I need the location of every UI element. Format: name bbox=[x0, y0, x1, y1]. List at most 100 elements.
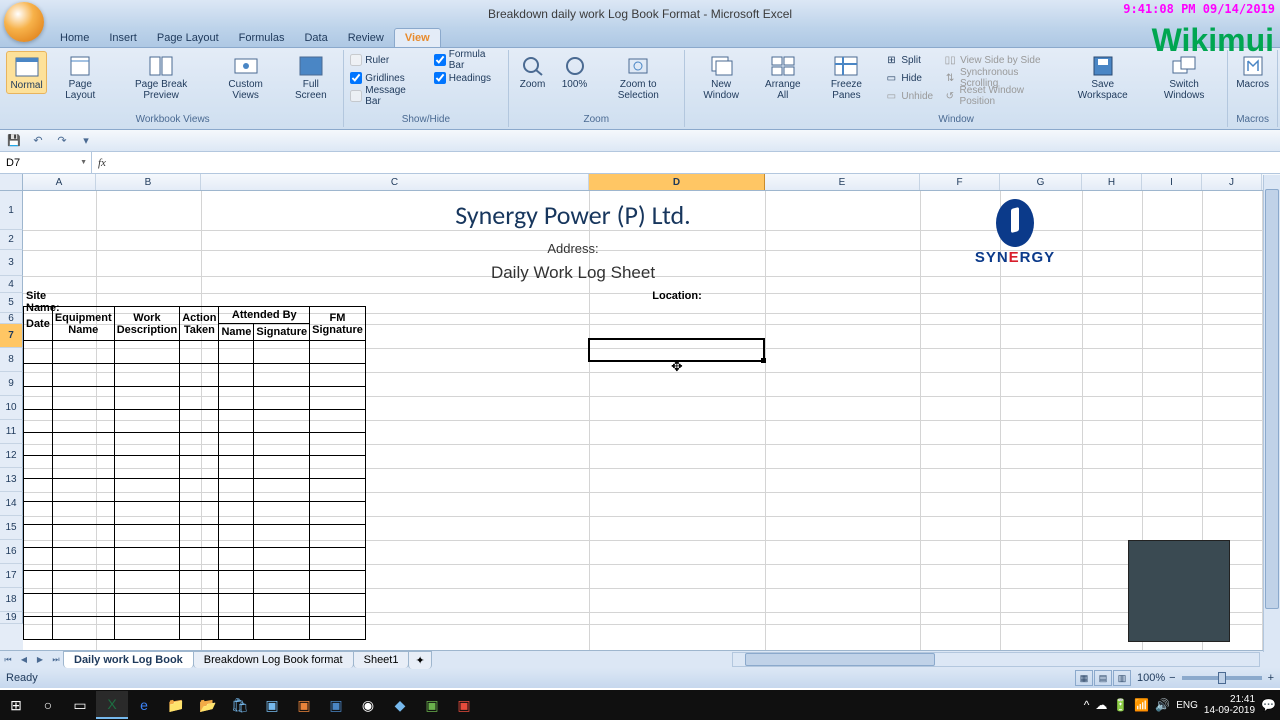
wifi-icon[interactable]: 📶 bbox=[1134, 698, 1149, 712]
tab-formulas[interactable]: Formulas bbox=[229, 29, 295, 47]
undo-icon[interactable]: ↶ bbox=[28, 132, 48, 150]
table-cell[interactable] bbox=[52, 479, 114, 502]
table-cell[interactable] bbox=[219, 617, 254, 640]
edge-icon[interactable]: e bbox=[128, 691, 160, 719]
split-button[interactable]: ⊞Split bbox=[882, 51, 935, 69]
table-cell[interactable] bbox=[254, 341, 310, 364]
notifications-icon[interactable]: 💬 bbox=[1261, 698, 1276, 712]
table-cell[interactable] bbox=[114, 525, 180, 548]
table-cell[interactable] bbox=[254, 571, 310, 594]
table-cell[interactable] bbox=[114, 548, 180, 571]
row-header-9[interactable]: 9 bbox=[0, 372, 23, 396]
table-cell[interactable] bbox=[52, 364, 114, 387]
table-cell[interactable] bbox=[310, 525, 366, 548]
table-cell[interactable] bbox=[219, 341, 254, 364]
zoom-slider-knob[interactable] bbox=[1218, 672, 1226, 684]
normal-view-button[interactable]: Normal bbox=[6, 51, 47, 94]
row-header-4[interactable]: 4 bbox=[0, 276, 23, 293]
view-page-break-icon[interactable]: ▥ bbox=[1113, 670, 1131, 686]
table-cell[interactable] bbox=[24, 571, 53, 594]
table-cell[interactable] bbox=[180, 364, 219, 387]
table-cell[interactable] bbox=[254, 525, 310, 548]
table-cell[interactable] bbox=[52, 410, 114, 433]
sheet-nav-next-icon[interactable]: ▶ bbox=[32, 652, 48, 668]
headings-checkbox[interactable]: Headings bbox=[432, 69, 504, 87]
task-view-icon[interactable]: ▭ bbox=[64, 691, 96, 719]
column-header-F[interactable]: F bbox=[920, 174, 1000, 190]
select-all-button[interactable] bbox=[0, 174, 23, 190]
cortana-icon[interactable]: ○ bbox=[32, 691, 64, 719]
table-cell[interactable] bbox=[310, 364, 366, 387]
table-cell[interactable] bbox=[219, 410, 254, 433]
table-cell[interactable] bbox=[254, 410, 310, 433]
column-header-G[interactable]: G bbox=[1000, 174, 1082, 190]
app-icon-4[interactable]: ▣ bbox=[416, 691, 448, 719]
redo-icon[interactable]: ↷ bbox=[52, 132, 72, 150]
table-cell[interactable] bbox=[52, 456, 114, 479]
column-header-B[interactable]: B bbox=[96, 174, 201, 190]
table-cell[interactable] bbox=[180, 617, 219, 640]
row-header-16[interactable]: 16 bbox=[0, 540, 23, 564]
table-cell[interactable] bbox=[52, 594, 114, 617]
row-header-7[interactable]: 7 bbox=[0, 324, 23, 348]
table-cell[interactable] bbox=[254, 502, 310, 525]
worksheet-grid[interactable]: Synergy Power (P) Ltd. Address: Daily Wo… bbox=[23, 191, 1280, 650]
tab-insert[interactable]: Insert bbox=[99, 29, 147, 47]
qat-customize-icon[interactable]: ▾ bbox=[76, 132, 96, 150]
sheet-nav-first-icon[interactable]: ⏮ bbox=[0, 652, 16, 668]
table-cell[interactable] bbox=[310, 548, 366, 571]
sheet-tab-daily-work[interactable]: Daily work Log Book bbox=[63, 651, 194, 668]
table-cell[interactable] bbox=[180, 456, 219, 479]
tab-home[interactable]: Home bbox=[50, 29, 99, 47]
row-header-14[interactable]: 14 bbox=[0, 492, 23, 516]
table-cell[interactable] bbox=[52, 387, 114, 410]
table-cell[interactable] bbox=[219, 387, 254, 410]
table-cell[interactable] bbox=[180, 525, 219, 548]
table-cell[interactable] bbox=[219, 548, 254, 571]
row-header-5[interactable]: 5 bbox=[0, 293, 23, 313]
chrome-icon[interactable]: ◉ bbox=[352, 691, 384, 719]
table-cell[interactable] bbox=[24, 502, 53, 525]
formula-bar-checkbox[interactable]: Formula Bar bbox=[432, 51, 504, 69]
table-cell[interactable] bbox=[254, 617, 310, 640]
table-cell[interactable] bbox=[24, 479, 53, 502]
arrange-all-button[interactable]: Arrange All bbox=[755, 51, 810, 103]
sheet-nav-prev-icon[interactable]: ◀ bbox=[16, 652, 32, 668]
column-header-D[interactable]: D bbox=[589, 174, 765, 190]
table-cell[interactable] bbox=[254, 479, 310, 502]
message-bar-checkbox[interactable]: Message Bar bbox=[348, 87, 424, 105]
macros-button[interactable]: Macros bbox=[1232, 51, 1273, 92]
start-button[interactable]: ⊞ bbox=[0, 691, 32, 719]
table-cell[interactable] bbox=[52, 502, 114, 525]
onedrive-icon[interactable]: ☁ bbox=[1095, 698, 1107, 712]
table-cell[interactable] bbox=[254, 433, 310, 456]
table-cell[interactable] bbox=[114, 594, 180, 617]
tab-view[interactable]: View bbox=[394, 28, 441, 47]
table-cell[interactable] bbox=[219, 525, 254, 548]
table-cell[interactable] bbox=[114, 456, 180, 479]
hide-button[interactable]: ▭Hide bbox=[882, 69, 935, 87]
dropbox-icon[interactable]: ◆ bbox=[384, 691, 416, 719]
fx-icon[interactable]: fx bbox=[98, 157, 106, 169]
freeze-panes-button[interactable]: Freeze Panes bbox=[812, 51, 880, 103]
row-header-19[interactable]: 19 bbox=[0, 612, 23, 624]
battery-icon[interactable]: 🔋 bbox=[1113, 698, 1128, 712]
new-sheet-button[interactable]: ✦ bbox=[408, 651, 431, 669]
row-header-6[interactable]: 6 bbox=[0, 313, 23, 324]
ruler-checkbox[interactable]: Ruler bbox=[348, 51, 424, 69]
table-cell[interactable] bbox=[310, 594, 366, 617]
row-header-3[interactable]: 3 bbox=[0, 250, 23, 276]
table-cell[interactable] bbox=[180, 387, 219, 410]
zoom-100-button[interactable]: 100% bbox=[555, 51, 595, 92]
table-cell[interactable] bbox=[219, 364, 254, 387]
row-header-12[interactable]: 12 bbox=[0, 444, 23, 468]
table-cell[interactable] bbox=[310, 502, 366, 525]
app-icon-5[interactable]: ▣ bbox=[448, 691, 480, 719]
table-cell[interactable] bbox=[114, 341, 180, 364]
table-cell[interactable] bbox=[219, 433, 254, 456]
zoom-slider[interactable] bbox=[1182, 676, 1262, 680]
table-cell[interactable] bbox=[24, 548, 53, 571]
column-header-H[interactable]: H bbox=[1082, 174, 1142, 190]
page-layout-button[interactable]: Page Layout bbox=[49, 51, 111, 103]
table-cell[interactable] bbox=[52, 433, 114, 456]
